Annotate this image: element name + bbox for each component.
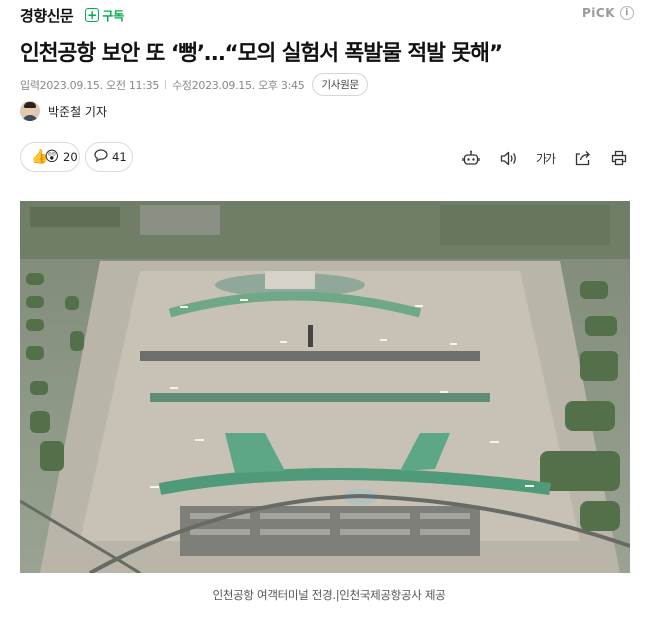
subscribe-label: 구독 (102, 8, 125, 23)
subscribe-button[interactable]: + 구독 (85, 7, 124, 24)
reaction-count: 20 (63, 150, 78, 164)
input-date: 2023.09.15. 오전 11:35 (39, 78, 160, 92)
pick-badge[interactable]: PiCK i (582, 6, 634, 20)
press-logo[interactable]: 경향신문 (20, 5, 74, 26)
reaction-button[interactable]: 👍 😲 20 (20, 142, 80, 172)
font-size-icon[interactable]: 가가 (534, 149, 556, 167)
article-toolbar: 가가 (445, 149, 630, 167)
font-size-label: 가가 (535, 151, 556, 166)
print-icon[interactable] (608, 149, 630, 167)
info-icon[interactable]: i (620, 6, 634, 20)
input-label: 입력 (20, 78, 40, 92)
date-divider (165, 80, 167, 89)
share-icon[interactable] (571, 149, 593, 167)
article-title: 인천공항 보안 또 ‘뻥’…“모의 실험서 폭발물 적발 못해” (20, 41, 503, 66)
plus-icon: + (85, 8, 100, 22)
byline[interactable]: 박준철 기자 (20, 101, 107, 121)
reporter-avatar[interactable] (20, 101, 40, 121)
modified-label: 수정 (172, 78, 192, 92)
speaker-icon[interactable] (497, 149, 519, 167)
article-dates: 입력 2023.09.15. 오전 11:35 수정 2023.09.15. 오… (20, 73, 368, 96)
reporter-name[interactable]: 박준철 기자 (48, 103, 107, 120)
comment-count: 41 (112, 150, 127, 164)
surprised-face-icon: 😲 (44, 149, 60, 165)
original-article-button[interactable]: 기사원문 (312, 73, 368, 96)
pick-label: PiCK (581, 6, 615, 20)
comment-icon (94, 149, 108, 165)
airport-aerial-photo (20, 201, 630, 573)
photo-caption: 인천공항 여객터미널 전경.|인천국제공항공사 제공 (212, 588, 446, 602)
robot-summary-icon[interactable] (460, 149, 482, 167)
comment-button[interactable]: 41 (85, 142, 133, 172)
modified-date: 2023.09.15. 오후 3:45 (191, 78, 305, 92)
header-bar: 경향신문 + 구독 PiCK i (20, 4, 634, 26)
